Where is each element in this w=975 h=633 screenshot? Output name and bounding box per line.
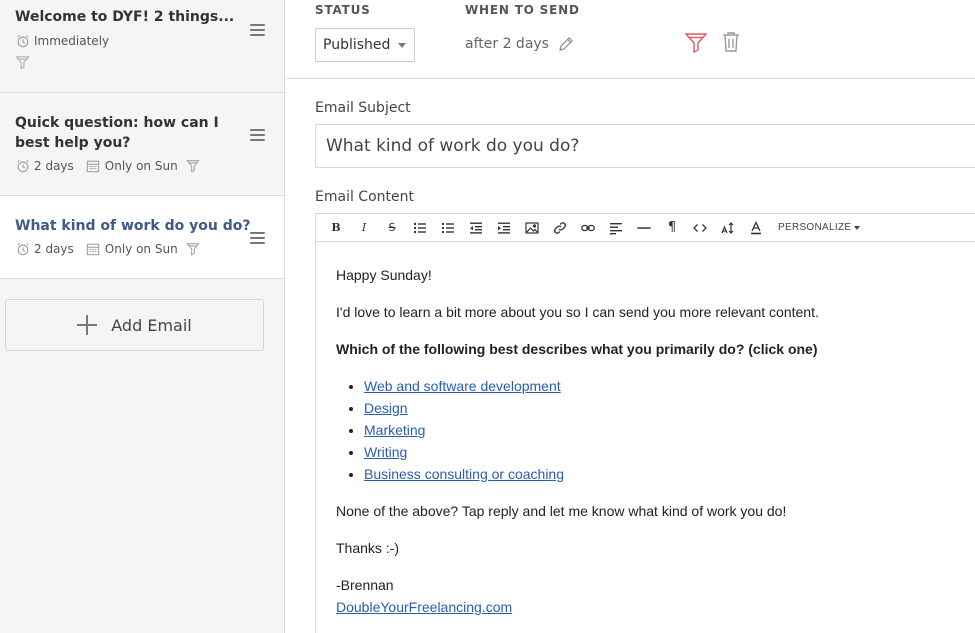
body-intro: I'd love to learn a bit more about you s… <box>336 304 819 320</box>
strikethrough-icon[interactable]: S <box>378 215 406 241</box>
outdent-icon[interactable] <box>462 215 490 241</box>
email-item-title: Welcome to DYF! 2 things... <box>15 9 235 25</box>
email-item-meta: 2 days Only on Sun <box>15 158 205 174</box>
bold-icon[interactable]: B <box>322 215 350 241</box>
status-select[interactable]: Published <box>315 28 415 62</box>
alarm-clock-icon <box>15 159 30 174</box>
when-to-send-label: WHEN TO SEND <box>465 3 580 17</box>
email-item-day-filter: Only on Sun <box>104 159 178 173</box>
add-email-label: Add Email <box>111 315 192 335</box>
email-item-delay: 2 days <box>34 242 74 256</box>
add-email-button[interactable]: Add Email <box>5 299 264 351</box>
email-list-item[interactable]: Quick question: how can I best help you?… <box>0 93 284 196</box>
numbered-list-icon[interactable] <box>434 215 462 241</box>
list-item: Marketing <box>364 419 964 441</box>
when-to-send-value[interactable]: after 2 days <box>465 36 574 52</box>
calendar-icon <box>86 159 101 174</box>
image-icon[interactable] <box>518 215 546 241</box>
filter-icon[interactable] <box>186 159 201 174</box>
email-settings-bar: STATUS Published WHEN TO SEND after 2 da… <box>286 0 975 79</box>
indent-icon[interactable] <box>490 215 518 241</box>
email-item-delay: 2 days <box>34 159 74 173</box>
link-icon[interactable] <box>546 215 574 241</box>
paragraph-icon[interactable]: ¶ <box>658 215 686 241</box>
trash-icon[interactable] <box>722 31 740 53</box>
drag-handle-icon[interactable] <box>250 24 265 36</box>
option-link[interactable]: Design <box>364 400 408 416</box>
font-size-icon[interactable] <box>714 215 742 241</box>
email-list-item[interactable]: Welcome to DYF! 2 things... Immediately <box>0 0 284 93</box>
unlink-icon[interactable] <box>574 215 602 241</box>
email-body[interactable]: Happy Sunday! I'd love to learn a bit mo… <box>316 242 975 618</box>
calendar-icon <box>86 242 101 257</box>
filter-icon[interactable] <box>684 31 708 55</box>
list-item: Web and software development <box>364 375 964 397</box>
bullet-list-icon[interactable] <box>406 215 434 241</box>
body-greeting: Happy Sunday! <box>336 267 432 283</box>
body-thanks: Thanks :-) <box>336 540 400 556</box>
personalize-dropdown[interactable]: PERSONALIZE <box>778 222 861 233</box>
email-item-meta: 2 days Only on Sun <box>15 241 205 257</box>
align-left-icon[interactable] <box>602 215 630 241</box>
italic-icon[interactable]: I <box>350 215 378 241</box>
caret-down-icon <box>854 225 861 230</box>
option-link[interactable]: Writing <box>364 444 407 460</box>
option-list: Web and software development Design Mark… <box>364 375 964 485</box>
drag-handle-icon[interactable] <box>250 232 265 244</box>
plus-icon <box>77 315 98 335</box>
alarm-clock-icon <box>15 242 30 257</box>
email-content-label: Email Content <box>315 189 414 205</box>
alarm-clock-icon <box>15 34 30 49</box>
option-link[interactable]: Marketing <box>364 422 425 438</box>
list-item: Writing <box>364 441 964 463</box>
email-subject-input[interactable] <box>315 124 975 168</box>
signature-name: -Brennan <box>336 577 394 593</box>
body-question: Which of the following best describes wh… <box>336 341 818 357</box>
list-item: Design <box>364 397 964 419</box>
filter-icon[interactable] <box>186 242 201 257</box>
caret-down-icon <box>398 43 406 48</box>
body-followup: None of the above? Tap reply and let me … <box>336 503 787 519</box>
email-item-day-filter: Only on Sun <box>104 242 178 256</box>
signature-link[interactable]: DoubleYourFreelancing.com <box>336 599 512 615</box>
pencil-icon[interactable] <box>558 36 574 52</box>
email-item-title: Quick question: how can I best help you? <box>15 115 219 151</box>
filter-icon[interactable] <box>15 55 30 70</box>
horizontal-rule-icon[interactable] <box>630 215 658 241</box>
email-subject-label: Email Subject <box>315 100 411 116</box>
editor-toolbar: B I S ¶ PERSONALIZE <box>316 214 975 242</box>
code-icon[interactable] <box>686 215 714 241</box>
email-content-editor[interactable]: B I S ¶ PERSONALIZE Happy Sunday! I'd lo… <box>315 213 975 633</box>
email-sequence-sidebar: Welcome to DYF! 2 things... Immediately … <box>0 0 285 633</box>
email-item-delay: Immediately <box>34 34 110 48</box>
status-label: STATUS <box>315 3 371 17</box>
email-item-title: What kind of work do you do? <box>15 218 251 234</box>
email-list-item-active[interactable]: What kind of work do you do? 2 days Only… <box>0 196 284 279</box>
drag-handle-icon[interactable] <box>250 129 265 141</box>
option-link[interactable]: Web and software development <box>364 378 561 394</box>
email-item-meta: Immediately <box>15 33 109 49</box>
personalize-label: PERSONALIZE <box>778 222 852 233</box>
list-item: Business consulting or coaching <box>364 463 964 485</box>
when-to-send-text: after 2 days <box>465 36 549 52</box>
status-value: Published <box>323 37 391 53</box>
option-link[interactable]: Business consulting or coaching <box>364 466 564 482</box>
text-color-icon[interactable] <box>742 215 770 241</box>
